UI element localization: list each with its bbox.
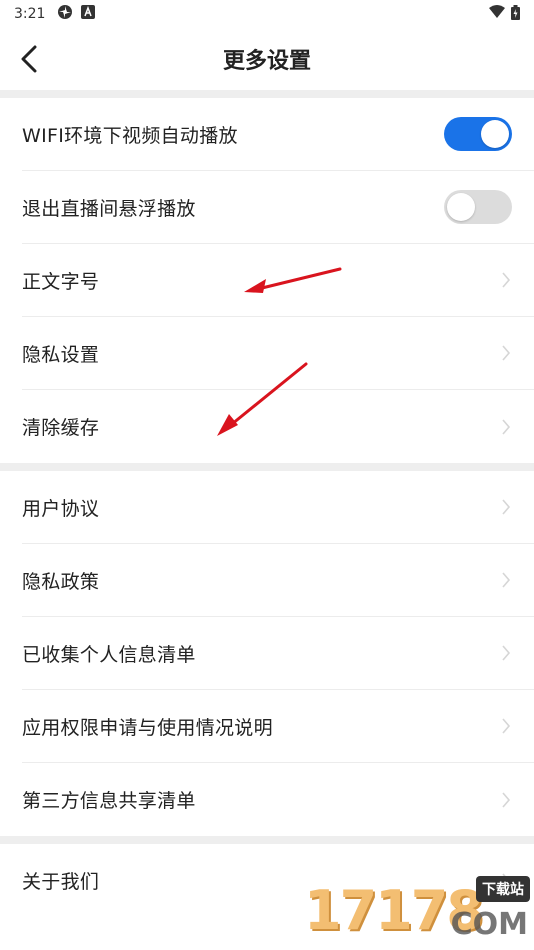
settings-group-legal: 用户协议 隐私政策 已收集个人信息清单 应用权限申请与使用情况说明 第三方信息共… bbox=[0, 471, 534, 836]
row-label: 隐私政策 bbox=[22, 570, 100, 593]
row-privacy-settings[interactable]: 隐私设置 bbox=[22, 317, 534, 390]
battery-icon bbox=[511, 4, 520, 24]
chevron-right-icon bbox=[500, 570, 512, 590]
row-third-party-sharing[interactable]: 第三方信息共享清单 bbox=[22, 763, 534, 836]
status-time: 3:21 bbox=[14, 6, 46, 22]
row-label: 清除缓存 bbox=[22, 417, 100, 439]
page-title: 更多设置 bbox=[222, 49, 311, 74]
row-label: 已收集个人信息清单 bbox=[22, 643, 196, 666]
row-label: 用户协议 bbox=[22, 497, 100, 520]
row-font-size[interactable]: 正文字号 bbox=[22, 244, 534, 317]
app-a-icon bbox=[81, 5, 96, 23]
row-label: 正文字号 bbox=[22, 270, 100, 293]
watermark-badge: 下载站 bbox=[476, 876, 530, 902]
pinwheel-icon bbox=[57, 4, 73, 24]
floating-playback-toggle[interactable] bbox=[444, 190, 512, 224]
header: 更多设置 bbox=[0, 28, 534, 90]
back-button[interactable] bbox=[14, 42, 44, 76]
toggle-knob bbox=[481, 120, 509, 148]
row-collected-info-list[interactable]: 已收集个人信息清单 bbox=[22, 617, 534, 690]
row-clear-cache[interactable]: 清除缓存 bbox=[22, 390, 534, 463]
watermark-domain: COM bbox=[450, 907, 528, 942]
chevron-right-icon bbox=[500, 497, 512, 517]
section-divider bbox=[0, 836, 534, 844]
row-permissions-explanation[interactable]: 应用权限申请与使用情况说明 bbox=[22, 690, 534, 763]
watermark-logo: 17178 下载站 COM bbox=[302, 868, 530, 946]
chevron-right-icon bbox=[500, 417, 512, 437]
chevron-left-icon bbox=[21, 45, 37, 73]
row-floating-playback[interactable]: 退出直播间悬浮播放 bbox=[22, 171, 534, 244]
wifi-autoplay-toggle[interactable] bbox=[444, 117, 512, 151]
status-bar: 3:21 bbox=[0, 0, 534, 28]
row-privacy-policy[interactable]: 隐私政策 bbox=[22, 544, 534, 617]
wifi-icon bbox=[489, 5, 505, 23]
row-label: 隐私设置 bbox=[22, 343, 100, 366]
settings-group-playback: WIFI环境下视频自动播放 退出直播间悬浮播放 正文字号 隐私设置 清除缓存 bbox=[0, 98, 534, 463]
chevron-right-icon bbox=[500, 790, 512, 810]
chevron-right-icon bbox=[500, 643, 512, 663]
chevron-right-icon bbox=[500, 270, 512, 290]
chevron-right-icon bbox=[500, 716, 512, 736]
row-wifi-autoplay[interactable]: WIFI环境下视频自动播放 bbox=[22, 98, 534, 171]
chevron-right-icon bbox=[500, 343, 512, 363]
section-divider bbox=[0, 463, 534, 471]
row-user-agreement[interactable]: 用户协议 bbox=[22, 471, 534, 544]
row-label: 第三方信息共享清单 bbox=[22, 790, 196, 812]
row-label: 应用权限申请与使用情况说明 bbox=[22, 716, 273, 739]
row-label: WIFI环境下视频自动播放 bbox=[22, 124, 238, 147]
toggle-knob bbox=[447, 193, 475, 221]
row-label: 退出直播间悬浮播放 bbox=[22, 197, 196, 220]
section-divider bbox=[0, 90, 534, 98]
